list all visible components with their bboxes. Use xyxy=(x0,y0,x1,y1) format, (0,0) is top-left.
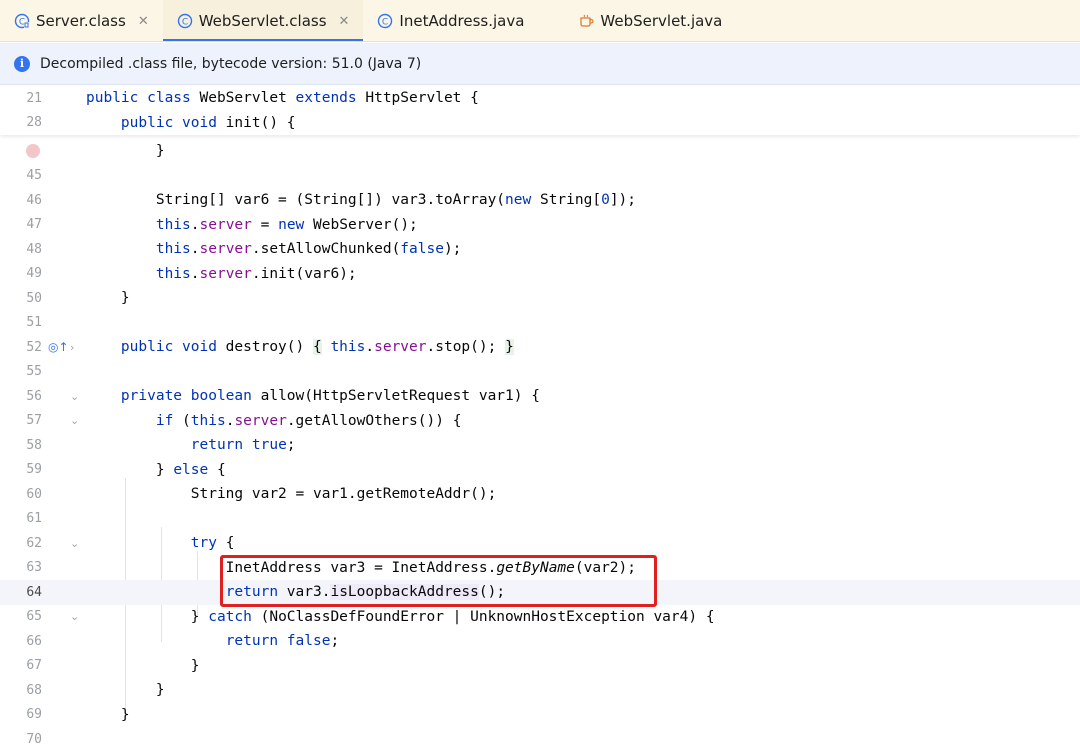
code-text: } xyxy=(86,290,130,307)
tab-webservlet-class[interactable]: C WebServlet.class ✕ xyxy=(162,0,364,42)
svg-text:C: C xyxy=(182,18,188,28)
code-text: } catch (NoClassDefFoundError | UnknownH… xyxy=(86,608,715,625)
code-text: String var2 = var1.getRemoteAddr(); xyxy=(86,486,497,503)
line-number: 51 xyxy=(26,315,42,331)
highlight-annotation-box xyxy=(220,555,657,607)
code-text: try { xyxy=(190,535,235,552)
code-text: this.server = new WebServer(); xyxy=(155,216,418,233)
line-number: 61 xyxy=(26,511,42,527)
code-line: 47 this.server = new WebServer(); xyxy=(0,213,1080,238)
line-number: 47 xyxy=(26,217,42,233)
class-file-icon: C xyxy=(177,13,192,29)
fold-collapse-icon[interactable]: ⌄ xyxy=(70,537,79,550)
code-text: this.server.init(var6); xyxy=(155,265,357,282)
code-line: 61 xyxy=(0,507,1080,532)
code-text: this.server.setAllowChunked(false); xyxy=(155,241,462,258)
code-line: 60 String var2 = var1.getRemoteAddr(); xyxy=(0,482,1080,507)
code-line: 45 xyxy=(0,164,1080,189)
line-number: 66 xyxy=(26,633,42,649)
line-number: 60 xyxy=(26,486,42,502)
tab-label: Server.class xyxy=(36,12,126,30)
code-text: private boolean allow(HttpServletRequest… xyxy=(120,388,540,405)
code-text: String[] var6 = (String[]) var3.toArray(… xyxy=(86,192,637,209)
line-number: 67 xyxy=(26,658,42,674)
line-number: 56 xyxy=(26,388,42,404)
code-text: if (this.server.getAllowOthers()) { xyxy=(155,412,462,429)
class-file-icon: C xyxy=(14,13,30,29)
class-icon: C xyxy=(378,13,393,29)
sticky-scroll-header xyxy=(0,86,1080,135)
code-text: } xyxy=(86,657,200,674)
line-number: 45 xyxy=(26,168,42,184)
code-line: 50 } xyxy=(0,286,1080,311)
info-icon: i xyxy=(14,55,30,72)
tab-inetaddress-java[interactable]: C InetAddress.java xyxy=(363,0,564,42)
tab-label: InetAddress.java xyxy=(399,12,525,30)
code-text: } else { xyxy=(86,461,226,478)
code-line: 52 ◎↑ › public void destroy() { this.ser… xyxy=(0,335,1080,360)
banner-text: Decompiled .class file, bytecode version… xyxy=(40,55,422,72)
code-line: 65 ⌄ } catch (NoClassDefFoundError | Unk… xyxy=(0,605,1080,630)
fold-expand-icon[interactable]: › xyxy=(70,341,74,354)
line-number: 55 xyxy=(26,364,42,380)
fold-collapse-icon[interactable]: ⌄ xyxy=(70,414,79,427)
code-line: 68 } xyxy=(0,678,1080,703)
code-text: public void destroy() { this.server.stop… xyxy=(120,339,514,356)
code-line: 70 xyxy=(0,727,1080,752)
code-text: return false; xyxy=(225,633,340,650)
tab-label: WebServlet.class xyxy=(198,12,327,30)
java-file-icon xyxy=(580,14,595,27)
tab-server-class[interactable]: C Server.class ✕ xyxy=(0,0,163,42)
line-number: 48 xyxy=(26,241,42,257)
code-line: 58 return true; xyxy=(0,433,1080,458)
code-line: } xyxy=(0,139,1080,164)
code-line: 66 return false; xyxy=(0,629,1080,654)
code-line: 48 this.server.setAllowChunked(false); xyxy=(0,237,1080,262)
tab-divider xyxy=(0,41,1080,42)
decompiled-info-banner: i Decompiled .class file, bytecode versi… xyxy=(0,43,1080,85)
line-number: 57 xyxy=(26,413,42,429)
code-text: } xyxy=(86,706,130,723)
line-number: 58 xyxy=(26,437,42,453)
code-line: 55 xyxy=(0,360,1080,385)
code-line: 59 } else { xyxy=(0,458,1080,483)
line-number: 68 xyxy=(26,682,42,698)
tab-label: WebServlet.java xyxy=(600,12,723,30)
code-text: } xyxy=(86,682,165,699)
line-number: 64 xyxy=(26,584,42,600)
close-icon[interactable]: ✕ xyxy=(138,14,149,29)
line-number: 46 xyxy=(26,192,42,208)
fold-collapse-icon[interactable]: ⌄ xyxy=(70,390,79,403)
code-line: 51 xyxy=(0,311,1080,336)
svg-text:C: C xyxy=(382,18,388,28)
line-number: 65 xyxy=(26,609,42,625)
code-line: 56 ⌄ private boolean allow(HttpServletRe… xyxy=(0,384,1080,409)
code-text: return true; xyxy=(190,437,296,454)
line-number: 63 xyxy=(26,560,42,576)
code-line: 67 } xyxy=(0,654,1080,679)
editor-tab-bar: C Server.class ✕ C WebServlet.class ✕ C … xyxy=(0,0,1080,42)
code-line: 62 ⌄ try { xyxy=(0,531,1080,556)
code-line: 57 ⌄ if (this.server.getAllowOthers()) { xyxy=(0,409,1080,434)
fold-collapse-icon[interactable]: ⌄ xyxy=(70,610,79,623)
line-number: 50 xyxy=(26,290,42,306)
code-line: 69 } xyxy=(0,703,1080,728)
code-line: 49 this.server.init(var6); xyxy=(0,262,1080,287)
close-icon[interactable]: ✕ xyxy=(339,14,350,29)
line-number: 69 xyxy=(26,707,42,723)
breakpoint-icon[interactable] xyxy=(26,144,40,159)
code-text: } xyxy=(86,143,165,160)
line-number: 70 xyxy=(26,731,42,747)
code-line: 46 String[] var6 = (String[]) var3.toArr… xyxy=(0,188,1080,213)
override-method-icon[interactable]: ◎↑ xyxy=(48,340,69,354)
code-editor[interactable]: 21 public class WebServlet extends HttpS… xyxy=(0,86,1080,754)
line-number: 59 xyxy=(26,462,42,478)
line-number: 49 xyxy=(26,266,42,282)
line-number: 52 xyxy=(26,339,42,355)
line-number: 62 xyxy=(26,535,42,551)
tab-webservlet-java[interactable]: WebServlet.java xyxy=(564,0,736,42)
